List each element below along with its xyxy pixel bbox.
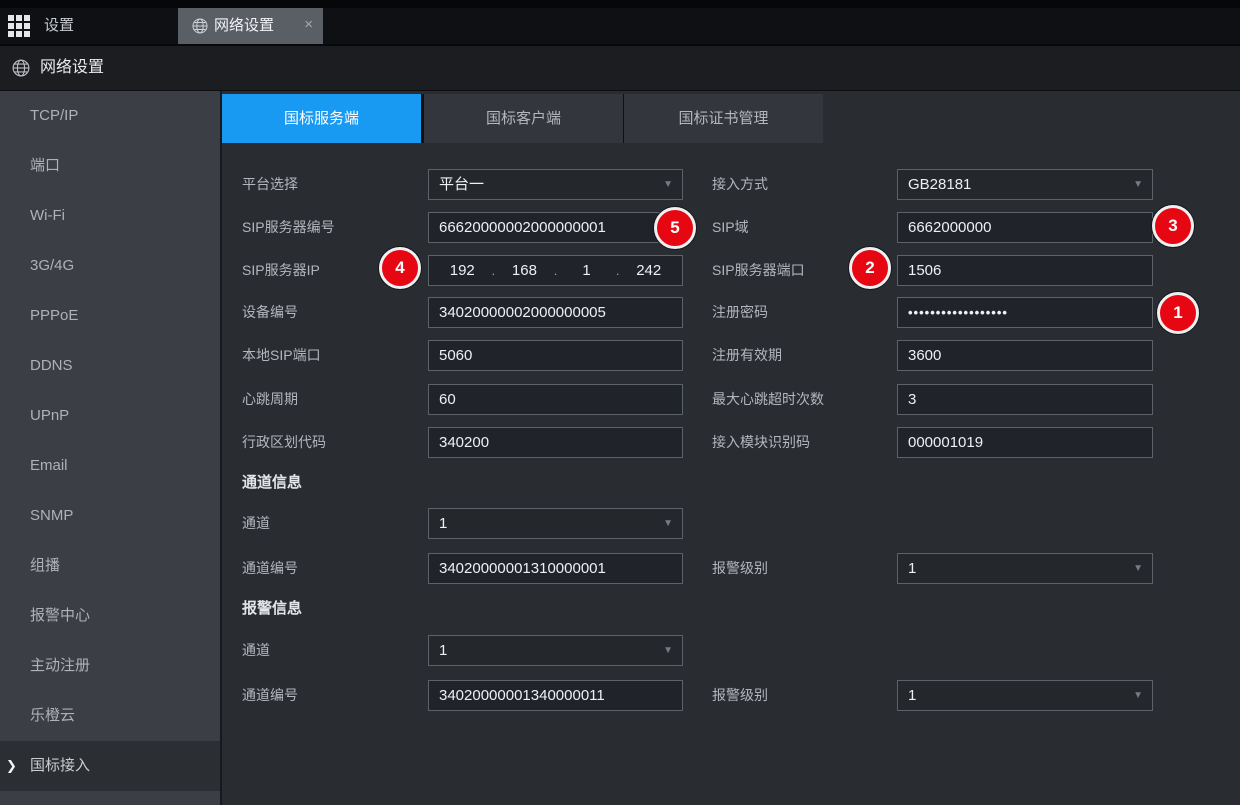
sidebar-item-pppoe[interactable]: PPPoE (0, 291, 220, 341)
chevron-down-icon: ▼ (663, 509, 673, 538)
alarm-level-select-value: 1 (908, 560, 916, 577)
channel-info-section-title: 通道信息 (242, 473, 302, 493)
alarm-info-section-title: 报警信息 (242, 599, 302, 619)
channel-id-label: 通道编号 (242, 553, 298, 584)
alarm-level-label-2: 报警级别 (712, 680, 768, 711)
sidebar-item-gb-access-label: 国标接入 (30, 757, 90, 774)
page-header: 网络设置 (0, 46, 1240, 91)
sidebar-item-lechange[interactable]: 乐橙云 (0, 691, 220, 741)
tab-network-settings[interactable]: 网络设置 × (178, 8, 323, 44)
app-window: 设置 网络设置 × 网络设置 TCP/IP 端口 Wi-Fi 3G/4G PPP… (0, 0, 1240, 805)
register-password-input[interactable]: •••••••••••••••••• (897, 297, 1153, 328)
channel-select-value: 1 (439, 515, 447, 532)
access-mode-select[interactable]: GB28181 ▼ (897, 169, 1153, 200)
platform-label: 平台选择 (242, 169, 298, 200)
local-sip-port-input[interactable]: 5060 (428, 340, 683, 371)
sip-server-id-input[interactable]: 66620000002000000001 (428, 212, 683, 243)
admin-region-code-input[interactable]: 340200 (428, 427, 683, 458)
tab-settings[interactable]: 设置 (44, 8, 74, 44)
apps-grid-icon[interactable] (8, 15, 30, 37)
chevron-right-icon: ❯ (6, 741, 17, 791)
tab-gb-cert-management[interactable]: 国标证书管理 (624, 94, 823, 143)
tab-network-settings-label: 网络设置 (214, 8, 274, 44)
alarm-channel-select[interactable]: 1 ▼ (428, 635, 683, 666)
callout-badge-1: 1 (1157, 292, 1199, 334)
sidebar-item-tcpip[interactable]: TCP/IP (0, 91, 220, 141)
window-top-strip (0, 0, 1240, 8)
main-content: 国标服务端 国标客户端 国标证书管理 平台选择 平台一 ▼ 接入方式 GB281… (222, 91, 1240, 805)
alarm-level-select-2[interactable]: 1 ▼ (897, 680, 1153, 711)
access-module-id-label: 接入模块识别码 (712, 427, 810, 458)
sidebar-item-upnp[interactable]: UPnP (0, 391, 220, 441)
register-password-label: 注册密码 (712, 297, 768, 328)
ip-octet-3[interactable]: 1 (557, 256, 616, 285)
ip-octet-2[interactable]: 168 (495, 256, 554, 285)
window-tabbar: 设置 网络设置 × (0, 8, 1240, 44)
sip-domain-label: SIP域 (712, 212, 749, 243)
access-mode-label: 接入方式 (712, 169, 768, 200)
channel-label: 通道 (242, 508, 270, 539)
heartbeat-period-label: 心跳周期 (242, 384, 298, 415)
device-id-input[interactable]: 34020000002000000005 (428, 297, 683, 328)
sidebar-item-auto-register[interactable]: 主动注册 (0, 641, 220, 691)
channel-id-input[interactable]: 34020000001310000001 (428, 553, 683, 584)
sip-server-port-input[interactable]: 1506 (897, 255, 1153, 286)
chevron-down-icon: ▼ (1133, 170, 1143, 199)
access-mode-select-value: GB28181 (908, 176, 971, 193)
callout-badge-2: 2 (849, 247, 891, 289)
close-icon[interactable]: × (304, 8, 313, 44)
sidebar-item-wifi[interactable]: Wi-Fi (0, 191, 220, 241)
channel-select[interactable]: 1 ▼ (428, 508, 683, 539)
globe-icon (192, 18, 208, 34)
callout-badge-4: 4 (379, 247, 421, 289)
register-valid-period-label: 注册有效期 (712, 340, 782, 371)
chevron-down-icon: ▼ (663, 170, 673, 199)
sidebar-item-ddns[interactable]: DDNS (0, 341, 220, 391)
sip-server-id-label: SIP服务器编号 (242, 212, 335, 243)
alarm-level-select[interactable]: 1 ▼ (897, 553, 1153, 584)
device-id-label: 设备编号 (242, 297, 298, 328)
sidebar-item-snmp[interactable]: SNMP (0, 491, 220, 541)
access-module-id-input[interactable]: 000001019 (897, 427, 1153, 458)
tab-gb-server[interactable]: 国标服务端 (222, 94, 421, 143)
chevron-down-icon: ▼ (1133, 681, 1143, 710)
platform-select[interactable]: 平台一 ▼ (428, 169, 683, 200)
chevron-down-icon: ▼ (663, 636, 673, 665)
admin-region-code-label: 行政区划代码 (242, 427, 326, 458)
sidebar-item-alarm-center[interactable]: 报警中心 (0, 591, 220, 641)
globe-icon (12, 59, 30, 77)
local-sip-port-label: 本地SIP端口 (242, 340, 321, 371)
sidebar-item-multicast[interactable]: 组播 (0, 541, 220, 591)
sidebar-item-3g4g[interactable]: 3G/4G (0, 241, 220, 291)
sidebar-item-email[interactable]: Email (0, 441, 220, 491)
sip-server-ip-input[interactable]: 192 . 168 . 1 . 242 (428, 255, 683, 286)
ip-octet-4[interactable]: 242 (619, 256, 678, 285)
ip-octet-1[interactable]: 192 (433, 256, 492, 285)
alarm-channel-label: 通道 (242, 635, 270, 666)
alarm-channel-select-value: 1 (439, 642, 447, 659)
register-valid-period-input[interactable]: 3600 (897, 340, 1153, 371)
callout-badge-3: 3 (1152, 205, 1194, 247)
page-title: 网络设置 (40, 46, 104, 90)
sidebar: TCP/IP 端口 Wi-Fi 3G/4G PPPoE DDNS UPnP Em… (0, 91, 222, 805)
sip-server-ip-label: SIP服务器IP (242, 255, 320, 286)
alarm-channel-id-label: 通道编号 (242, 680, 298, 711)
callout-badge-5: 5 (654, 207, 696, 249)
heartbeat-period-input[interactable]: 60 (428, 384, 683, 415)
tab-gb-client[interactable]: 国标客户端 (424, 94, 623, 143)
max-heartbeat-timeout-input[interactable]: 3 (897, 384, 1153, 415)
sip-server-port-label: SIP服务器端口 (712, 255, 805, 286)
sip-domain-input[interactable]: 6662000000 (897, 212, 1153, 243)
platform-select-value: 平台一 (439, 176, 484, 193)
sidebar-item-port[interactable]: 端口 (0, 141, 220, 191)
chevron-down-icon: ▼ (1133, 554, 1143, 583)
alarm-channel-id-input[interactable]: 34020000001340000011 (428, 680, 683, 711)
alarm-level-label: 报警级别 (712, 553, 768, 584)
alarm-level-select-2-value: 1 (908, 687, 916, 704)
sidebar-item-gb-access[interactable]: ❯ 国标接入 (0, 741, 220, 791)
max-heartbeat-timeout-label: 最大心跳超时次数 (712, 384, 824, 415)
